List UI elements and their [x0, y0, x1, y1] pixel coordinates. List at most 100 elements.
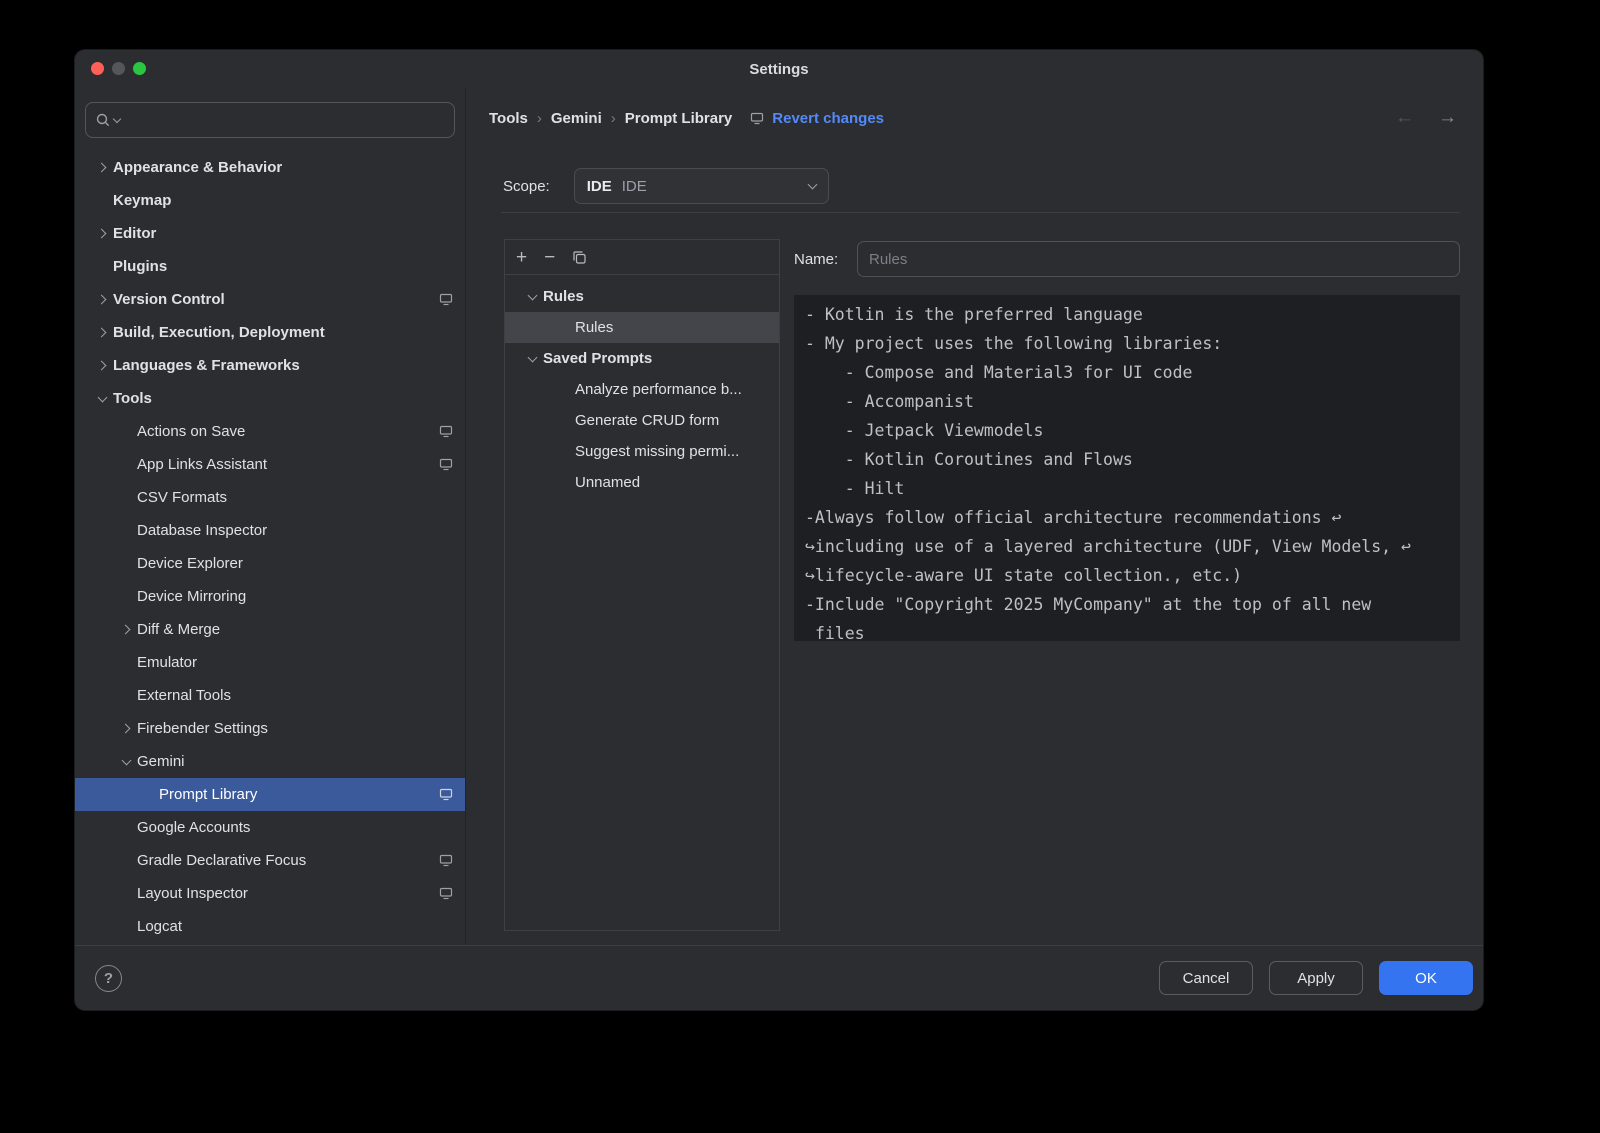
prompt-item-unnamed[interactable]: Unnamed	[505, 467, 779, 498]
ide-settings-icon	[439, 458, 453, 471]
chevron-right-icon	[115, 613, 137, 646]
sidebar-item-label: Gemini	[137, 753, 185, 770]
ide-settings-icon	[750, 112, 764, 125]
sidebar-item-prompt-library[interactable]: Prompt Library	[75, 778, 465, 811]
sidebar-item-label: Logcat	[137, 918, 182, 935]
sidebar-item-gradle-declarative-focus[interactable]: Gradle Declarative Focus	[75, 844, 465, 877]
sidebar-item-label: Version Control	[113, 291, 225, 308]
prompt-name-input[interactable]	[857, 241, 1460, 277]
prompt-item-suggest-missing-permissions[interactable]: Suggest missing permi...	[505, 436, 779, 467]
chevron-right-icon	[115, 712, 137, 745]
breadcrumb: Tools › Gemini › Prompt Library Revert c…	[489, 88, 1483, 148]
sidebar-item-emulator[interactable]: Emulator	[75, 646, 465, 679]
ok-button[interactable]: OK	[1379, 961, 1473, 995]
chevron-spacer	[91, 250, 113, 283]
settings-content: Tools › Gemini › Prompt Library Revert c…	[467, 88, 1483, 945]
prompt-group-label: Rules	[543, 288, 584, 305]
chevron-spacer	[115, 679, 137, 712]
sidebar-item-label: Device Explorer	[137, 555, 243, 572]
scope-dropdown[interactable]: IDE IDE	[574, 168, 829, 204]
chevron-right-icon	[91, 283, 113, 316]
sidebar-item-label: Layout Inspector	[137, 885, 248, 902]
sidebar-item-label: Actions on Save	[137, 423, 245, 440]
sidebar-item-appearance-behavior[interactable]: Appearance & Behavior	[75, 151, 465, 184]
cancel-button[interactable]: Cancel	[1159, 961, 1253, 995]
sidebar-item-label: Device Mirroring	[137, 588, 246, 605]
sidebar-item-device-mirroring[interactable]: Device Mirroring	[75, 580, 465, 613]
settings-search-input[interactable]	[85, 102, 455, 138]
sidebar-item-languages-frameworks[interactable]: Languages & Frameworks	[75, 349, 465, 382]
prompt-list-panel: + − Rules Rules Save	[504, 239, 780, 931]
sidebar-item-label: Build, Execution, Deployment	[113, 324, 325, 341]
sidebar-item-label: Google Accounts	[137, 819, 250, 836]
back-arrow-button[interactable]: ←	[1395, 107, 1414, 129]
remove-prompt-button[interactable]: −	[544, 248, 555, 267]
sidebar-item-label: Languages & Frameworks	[113, 357, 300, 374]
breadcrumb-separator: ›	[528, 110, 551, 127]
prompt-item-rules[interactable]: Rules	[505, 312, 779, 343]
sidebar-item-firebender-settings[interactable]: Firebender Settings	[75, 712, 465, 745]
scope-row: Scope: IDE IDE	[489, 160, 1483, 212]
chevron-right-icon	[91, 217, 113, 250]
sidebar-item-database-inspector[interactable]: Database Inspector	[75, 514, 465, 547]
sidebar-item-label: Emulator	[137, 654, 197, 671]
close-window-button[interactable]	[91, 62, 104, 75]
titlebar: Settings	[75, 50, 1483, 88]
breadcrumb-tools[interactable]: Tools	[489, 110, 528, 127]
apply-button[interactable]: Apply	[1269, 961, 1363, 995]
dialog-buttons: Cancel Apply OK	[1159, 961, 1473, 995]
minimize-window-button[interactable]	[112, 62, 125, 75]
chevron-spacer	[115, 514, 137, 547]
forward-arrow-button[interactable]: →	[1438, 107, 1457, 129]
chevron-spacer	[91, 184, 113, 217]
settings-tree: Appearance & Behavior Keymap Editor Plug…	[75, 151, 465, 943]
sidebar-item-label: Prompt Library	[159, 786, 257, 803]
sidebar-item-editor[interactable]: Editor	[75, 217, 465, 250]
sidebar-item-gemini[interactable]: Gemini	[75, 745, 465, 778]
prompt-item-label: Analyze performance b...	[575, 381, 742, 398]
prompt-group-saved-prompts[interactable]: Saved Prompts	[505, 343, 779, 374]
prompt-text-content: - Kotlin is the preferred language - My …	[794, 295, 1460, 641]
chevron-down-icon	[115, 745, 137, 778]
breadcrumb-gemini[interactable]: Gemini	[551, 110, 602, 127]
sidebar-item-plugins[interactable]: Plugins	[75, 250, 465, 283]
chevron-spacer	[115, 448, 137, 481]
prompt-item-analyze-performance[interactable]: Analyze performance b...	[505, 374, 779, 405]
sidebar-item-tools[interactable]: Tools	[75, 382, 465, 415]
prompt-group-label: Saved Prompts	[543, 350, 652, 367]
add-prompt-button[interactable]: +	[516, 248, 527, 267]
sidebar-item-keymap[interactable]: Keymap	[75, 184, 465, 217]
prompt-text-editor[interactable]: - Kotlin is the preferred language - My …	[794, 295, 1460, 641]
sidebar-item-google-accounts[interactable]: Google Accounts	[75, 811, 465, 844]
prompt-item-generate-crud-form[interactable]: Generate CRUD form	[505, 405, 779, 436]
help-button[interactable]: ?	[95, 965, 122, 992]
zoom-window-button[interactable]	[133, 62, 146, 75]
window-title: Settings	[749, 61, 808, 78]
ide-settings-icon	[439, 293, 453, 306]
sidebar-item-label: CSV Formats	[137, 489, 227, 506]
sidebar-item-csv-formats[interactable]: CSV Formats	[75, 481, 465, 514]
ide-settings-icon	[439, 854, 453, 867]
search-icon	[95, 112, 111, 128]
prompt-group-rules[interactable]: Rules	[505, 281, 779, 312]
chevron-down-icon	[91, 382, 113, 415]
sidebar-item-actions-on-save[interactable]: Actions on Save	[75, 415, 465, 448]
history-navigation: ← →	[1395, 88, 1457, 148]
prompt-editor-panel: Name: - Kotlin is the preferred language…	[794, 239, 1460, 931]
sidebar-item-logcat[interactable]: Logcat	[75, 910, 465, 943]
sidebar-item-label: Database Inspector	[137, 522, 267, 539]
breadcrumb-separator: ›	[602, 110, 625, 127]
sidebar-item-label: External Tools	[137, 687, 231, 704]
sidebar-item-external-tools[interactable]: External Tools	[75, 679, 465, 712]
sidebar-item-label: Diff & Merge	[137, 621, 220, 638]
sidebar-item-layout-inspector[interactable]: Layout Inspector	[75, 877, 465, 910]
sidebar-item-build-execution-deployment[interactable]: Build, Execution, Deployment	[75, 316, 465, 349]
duplicate-prompt-button[interactable]	[572, 250, 587, 265]
sidebar-item-diff-merge[interactable]: Diff & Merge	[75, 613, 465, 646]
revert-changes-link[interactable]: Revert changes	[772, 110, 884, 127]
sidebar-item-app-links-assistant[interactable]: App Links Assistant	[75, 448, 465, 481]
sidebar-item-version-control[interactable]: Version Control	[75, 283, 465, 316]
chevron-right-icon	[91, 151, 113, 184]
sidebar-item-device-explorer[interactable]: Device Explorer	[75, 547, 465, 580]
chevron-spacer	[115, 877, 137, 910]
